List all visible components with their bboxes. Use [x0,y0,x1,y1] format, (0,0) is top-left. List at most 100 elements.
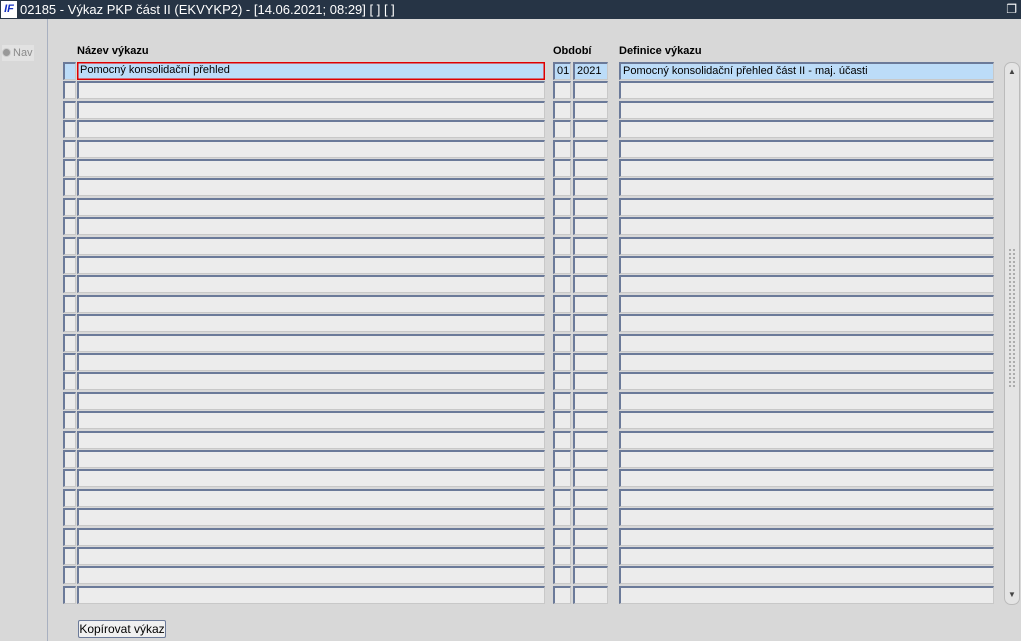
month-field[interactable] [553,372,571,390]
month-field[interactable] [553,334,571,352]
selector-field[interactable] [63,469,76,487]
month-field[interactable] [553,314,571,332]
name-field[interactable] [77,431,545,449]
month-field[interactable] [553,547,571,565]
month-field[interactable] [553,159,571,177]
selector-field[interactable] [63,101,76,119]
month-field[interactable] [553,353,571,371]
definition-field[interactable] [619,159,994,177]
definition-field[interactable] [619,547,994,565]
name-field[interactable] [77,275,545,293]
year-field[interactable] [573,469,608,487]
definition-field[interactable] [619,431,994,449]
name-field[interactable] [77,586,545,604]
definition-field[interactable] [619,295,994,313]
year-field[interactable] [573,353,608,371]
selector-field[interactable] [63,372,76,390]
month-field[interactable]: 01 [553,62,571,80]
month-field[interactable] [553,392,571,410]
selector-field[interactable] [63,140,76,158]
selector-field[interactable] [63,120,76,138]
name-field[interactable] [77,566,545,584]
nav-radio[interactable]: Nav [2,45,34,61]
month-field[interactable] [553,566,571,584]
year-field[interactable] [573,314,608,332]
name-field[interactable] [77,392,545,410]
year-field[interactable] [573,547,608,565]
selector-field[interactable] [63,198,76,216]
year-field[interactable]: 2021 [573,62,608,80]
year-field[interactable] [573,372,608,390]
definition-field[interactable] [619,334,994,352]
name-field[interactable] [77,353,545,371]
name-field[interactable] [77,120,545,138]
selector-field[interactable] [63,237,76,255]
definition-field[interactable] [619,217,994,235]
month-field[interactable] [553,140,571,158]
definition-field[interactable] [619,198,994,216]
month-field[interactable] [553,411,571,429]
month-field[interactable] [553,450,571,468]
definition-field[interactable] [619,392,994,410]
name-field[interactable] [77,528,545,546]
year-field[interactable] [573,295,608,313]
name-field[interactable]: Pomocný konsolidační přehled [77,62,545,80]
month-field[interactable] [553,528,571,546]
definition-field[interactable] [619,178,994,196]
month-field[interactable] [553,81,571,99]
definition-field[interactable] [619,586,994,604]
year-field[interactable] [573,101,608,119]
month-field[interactable] [553,275,571,293]
name-field[interactable] [77,295,545,313]
year-field[interactable] [573,237,608,255]
definition-field[interactable] [619,411,994,429]
definition-field[interactable] [619,256,994,274]
definition-field[interactable] [619,275,994,293]
month-field[interactable] [553,256,571,274]
selector-field[interactable] [63,178,76,196]
year-field[interactable] [573,256,608,274]
year-field[interactable] [573,508,608,526]
name-field[interactable] [77,178,545,196]
name-field[interactable] [77,547,545,565]
vertical-scrollbar[interactable]: ▲ ▼ [1004,62,1020,605]
selector-field[interactable] [63,334,76,352]
year-field[interactable] [573,334,608,352]
name-field[interactable] [77,314,545,332]
name-field[interactable] [77,508,545,526]
selector-field[interactable] [63,353,76,371]
selector-field[interactable] [63,450,76,468]
name-field[interactable] [77,140,545,158]
definition-field[interactable]: Pomocný konsolidační přehled část II - m… [619,62,994,80]
name-field[interactable] [77,159,545,177]
name-field[interactable] [77,411,545,429]
selector-field[interactable] [63,159,76,177]
definition-field[interactable] [619,489,994,507]
scroll-down-icon[interactable]: ▼ [1006,588,1018,602]
month-field[interactable] [553,586,571,604]
definition-field[interactable] [619,314,994,332]
scroll-grip[interactable] [1008,248,1016,388]
selector-field[interactable] [63,256,76,274]
year-field[interactable] [573,159,608,177]
name-field[interactable] [77,198,545,216]
definition-field[interactable] [619,372,994,390]
copy-report-button[interactable]: Kopírovat výkaz [78,620,166,638]
definition-field[interactable] [619,469,994,487]
month-field[interactable] [553,489,571,507]
year-field[interactable] [573,275,608,293]
selector-field[interactable] [63,314,76,332]
year-field[interactable] [573,450,608,468]
definition-field[interactable] [619,450,994,468]
name-field[interactable] [77,450,545,468]
year-field[interactable] [573,178,608,196]
year-field[interactable] [573,411,608,429]
year-field[interactable] [573,528,608,546]
definition-field[interactable] [619,140,994,158]
year-field[interactable] [573,431,608,449]
month-field[interactable] [553,120,571,138]
month-field[interactable] [553,101,571,119]
scroll-up-icon[interactable]: ▲ [1006,65,1018,79]
month-field[interactable] [553,178,571,196]
name-field[interactable] [77,217,545,235]
